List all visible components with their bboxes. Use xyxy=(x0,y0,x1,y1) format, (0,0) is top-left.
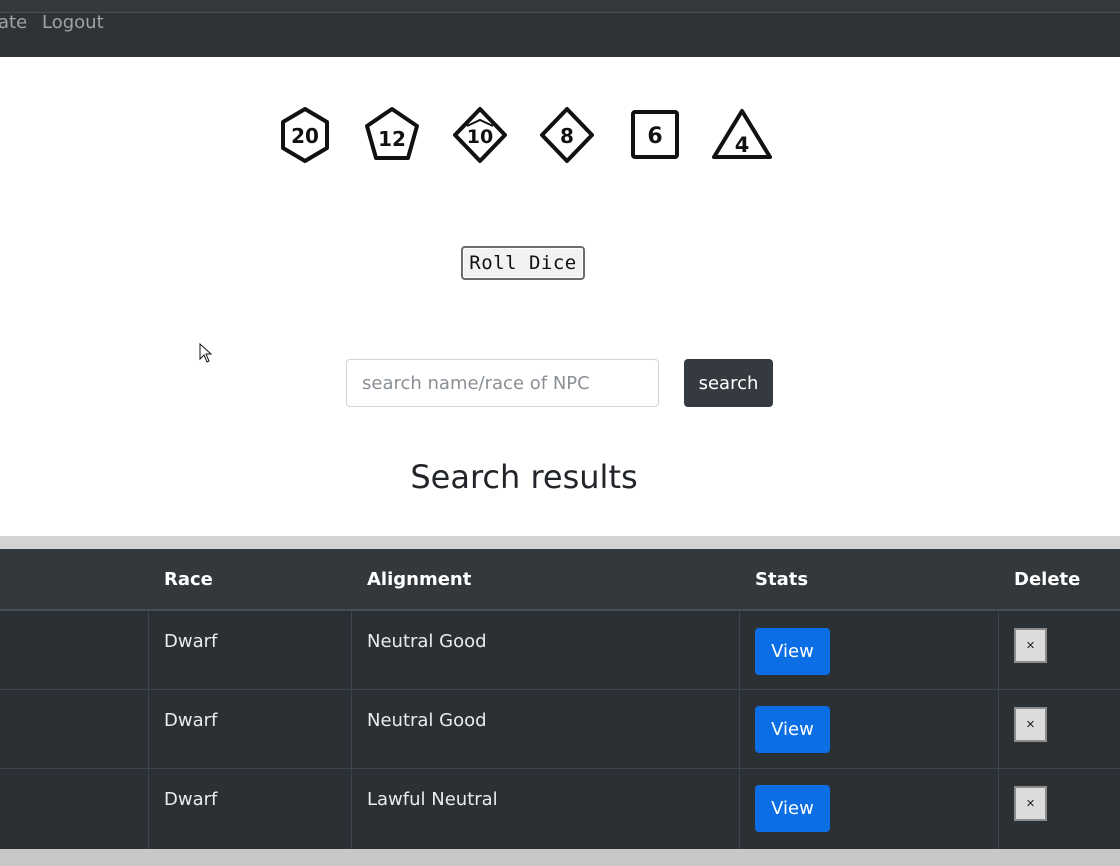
page-bottom-strip xyxy=(0,849,1120,866)
logout-link[interactable]: Logout xyxy=(42,12,104,33)
d10-label: 10 xyxy=(467,126,493,148)
header-alignment: Alignment xyxy=(367,569,472,590)
table-header: Race Alignment Stats Delete xyxy=(0,549,1120,611)
roll-dice-button[interactable]: Roll Dice xyxy=(461,246,585,280)
cell-race: Dwarf xyxy=(164,631,218,652)
header-delete: Delete xyxy=(1014,569,1081,590)
search-button[interactable]: search xyxy=(684,359,773,407)
cell-race: Dwarf xyxy=(164,789,218,810)
d12-label: 12 xyxy=(378,127,406,151)
results-table: Race Alignment Stats Delete Dwarf Neutra… xyxy=(0,549,1120,849)
view-stats-button[interactable]: View xyxy=(755,785,830,832)
d6-icon[interactable]: 6 xyxy=(624,104,686,166)
header-stats: Stats xyxy=(755,569,809,590)
table-row: Dwarf Lawful Neutral View × xyxy=(0,769,1120,848)
table-top-separator xyxy=(0,536,1120,549)
view-stats-button[interactable]: View xyxy=(755,706,830,753)
delete-button[interactable]: × xyxy=(1014,707,1047,742)
search-input[interactable] xyxy=(346,359,659,407)
d20-label: 20 xyxy=(291,124,319,148)
delete-button[interactable]: × xyxy=(1014,786,1047,821)
d10-icon[interactable]: 10 xyxy=(449,104,511,166)
cell-alignment: Neutral Good xyxy=(367,631,487,652)
d8-label: 8 xyxy=(560,124,574,148)
table-row: Dwarf Neutral Good View × xyxy=(0,690,1120,769)
mouse-pointer-icon xyxy=(199,343,213,363)
d12-icon[interactable]: 12 xyxy=(361,104,423,166)
d8-icon[interactable]: 8 xyxy=(536,104,598,166)
d20-icon[interactable]: 20 xyxy=(274,104,336,166)
d4-icon[interactable]: 4 xyxy=(711,104,773,166)
search-results-heading: Search results xyxy=(410,458,638,496)
view-stats-button[interactable]: View xyxy=(755,628,830,675)
nav-link-partial[interactable]: ate xyxy=(0,12,27,33)
top-navbar: ate Logout xyxy=(0,0,1120,57)
navbar-top-edge xyxy=(0,0,1120,13)
cell-alignment: Neutral Good xyxy=(367,710,487,731)
d4-label: 4 xyxy=(735,133,750,157)
table-row: Dwarf Neutral Good View × xyxy=(0,611,1120,690)
cell-race: Dwarf xyxy=(164,710,218,731)
delete-button[interactable]: × xyxy=(1014,628,1047,663)
header-race: Race xyxy=(164,569,213,590)
cell-alignment: Lawful Neutral xyxy=(367,789,498,810)
d6-label: 6 xyxy=(647,124,662,149)
